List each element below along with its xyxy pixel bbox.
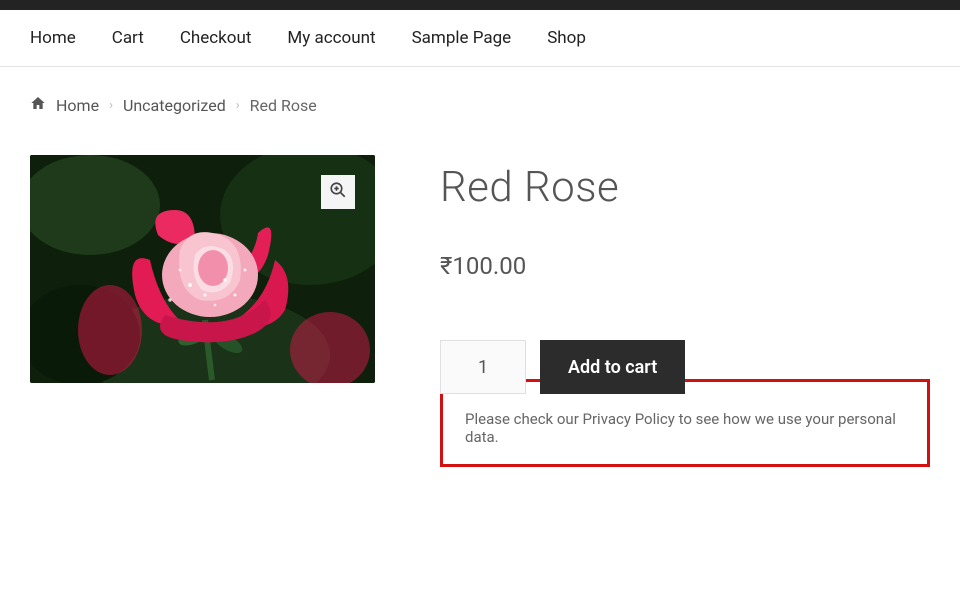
top-bar <box>0 0 960 10</box>
add-to-cart-button[interactable]: Add to cart <box>540 340 685 394</box>
zoom-button[interactable] <box>321 175 355 209</box>
breadcrumb-current: Red Rose <box>250 96 317 115</box>
quantity-input[interactable] <box>440 340 526 394</box>
breadcrumb-home[interactable]: Home <box>56 96 99 115</box>
nav-shop[interactable]: Shop <box>529 10 604 66</box>
home-icon <box>30 95 46 115</box>
breadcrumb-separator: › <box>109 98 113 113</box>
product-gallery <box>30 155 375 383</box>
add-to-cart-row: Add to cart <box>440 340 930 394</box>
nav-my-account[interactable]: My account <box>269 10 393 66</box>
nav-home[interactable]: Home <box>20 10 94 66</box>
product-container: Red Rose ₹100.00 Add to cart Please chec… <box>0 135 960 487</box>
magnify-plus-icon <box>329 181 347 203</box>
product-details: Red Rose ₹100.00 Add to cart Please chec… <box>440 155 930 467</box>
breadcrumb: Home › Uncategorized › Red Rose <box>0 67 960 135</box>
privacy-notice-text: Please check our Privacy Policy to see h… <box>465 410 905 446</box>
nav-checkout[interactable]: Checkout <box>162 10 270 66</box>
product-title: Red Rose <box>440 163 930 212</box>
nav-cart[interactable]: Cart <box>94 10 162 66</box>
nav-sample-page[interactable]: Sample Page <box>394 10 530 66</box>
product-price: ₹100.00 <box>440 252 930 280</box>
breadcrumb-category[interactable]: Uncategorized <box>123 96 226 115</box>
main-nav: Home Cart Checkout My account Sample Pag… <box>0 10 960 67</box>
breadcrumb-separator: › <box>236 98 240 113</box>
